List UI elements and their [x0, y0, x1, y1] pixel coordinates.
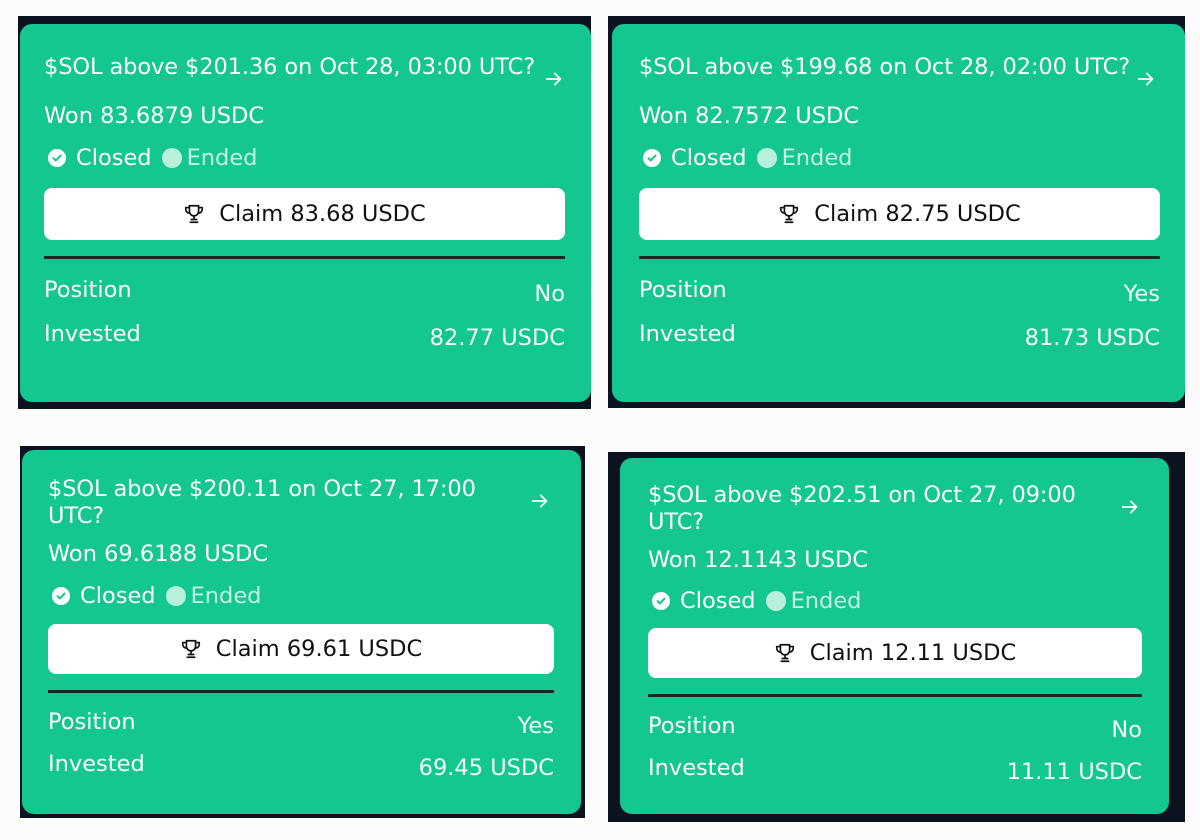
won-amount: Won 12.1143 USDC: [648, 547, 869, 573]
status-row: Closed Ended: [48, 582, 553, 610]
won-amount: Won 83.6879 USDC: [44, 103, 265, 129]
claim-button[interactable]: Claim 82.75 USDC: [639, 188, 1160, 240]
claim-button[interactable]: Claim 12.11 USDC: [648, 628, 1142, 678]
market-card-3[interactable]: $SOL above $200.11 on Oct 27, 17:00 UTC?…: [22, 450, 581, 814]
position-label: Position: [44, 277, 132, 303]
claim-label: Claim 82.75 USDC: [814, 201, 1021, 227]
check-circle-icon: [643, 149, 661, 167]
position-label: Position: [648, 713, 736, 739]
invested-value: 69.45 USDC: [418, 755, 554, 781]
market-card-1[interactable]: $SOL above $201.36 on Oct 28, 03:00 UTC?…: [20, 24, 591, 402]
market-card-2[interactable]: $SOL above $199.68 on Oct 28, 02:00 UTC?…: [612, 24, 1185, 402]
dot-icon: [765, 591, 786, 611]
position-row: Position No: [648, 712, 1142, 743]
market-title[interactable]: $SOL above $199.68 on Oct 28, 02:00 UTC?: [639, 54, 1135, 81]
position-value: No: [1111, 717, 1142, 743]
market-title[interactable]: $SOL above $200.11 on Oct 27, 17:00 UTC?: [48, 476, 518, 530]
trophy-icon: [181, 639, 200, 659]
invested-label: Invested: [639, 321, 736, 347]
claim-button[interactable]: Claim 69.61 USDC: [48, 624, 554, 674]
trophy-icon: [775, 643, 794, 663]
trophy-icon: [185, 204, 204, 224]
arrow-right-icon[interactable]: [543, 68, 565, 90]
status-ended: Ended: [781, 145, 853, 171]
won-amount: Won 69.6188 USDC: [48, 541, 269, 567]
status-ended: Ended: [186, 145, 258, 171]
position-label: Position: [48, 709, 136, 735]
status-ended: Ended: [190, 583, 262, 609]
position-row: Position Yes: [639, 276, 1160, 307]
status-closed: Closed: [680, 588, 756, 614]
position-row: Position No: [44, 276, 565, 307]
divider: [648, 694, 1142, 697]
arrow-right-icon[interactable]: [529, 490, 551, 512]
status-ended: Ended: [790, 588, 862, 614]
invested-value: 82.77 USDC: [429, 325, 565, 351]
market-title[interactable]: $SOL above $201.36 on Oct 28, 03:00 UTC?: [44, 54, 543, 81]
invested-row: Invested 82.77 USDC: [44, 320, 565, 351]
status-row: Closed Ended: [44, 144, 567, 172]
card-header: $SOL above $201.36 on Oct 28, 03:00 UTC?: [44, 54, 567, 90]
invested-value: 81.73 USDC: [1024, 325, 1160, 351]
dot-icon: [161, 148, 182, 168]
card-header: $SOL above $200.11 on Oct 27, 17:00 UTC?: [48, 476, 553, 530]
won-amount: Won 82.7572 USDC: [639, 103, 860, 129]
invested-row: Invested 81.73 USDC: [639, 320, 1160, 351]
arrow-right-icon[interactable]: [1135, 68, 1157, 90]
invested-row: Invested 69.45 USDC: [48, 750, 554, 781]
status-row: Closed Ended: [648, 587, 1143, 615]
check-circle-icon: [52, 587, 70, 605]
trophy-icon: [780, 204, 799, 224]
invested-label: Invested: [648, 755, 745, 781]
claim-label: Claim 83.68 USDC: [219, 201, 426, 227]
position-label: Position: [639, 277, 727, 303]
dot-icon: [165, 586, 186, 606]
status-row: Closed Ended: [639, 144, 1159, 172]
invested-label: Invested: [48, 751, 145, 777]
status-closed: Closed: [671, 145, 747, 171]
position-row: Position Yes: [48, 708, 554, 739]
claim-button[interactable]: Claim 83.68 USDC: [44, 188, 565, 240]
claim-label: Claim 12.11 USDC: [809, 640, 1017, 666]
divider: [639, 256, 1160, 259]
invested-value: 11.11 USDC: [1006, 759, 1142, 785]
claim-label: Claim 69.61 USDC: [215, 636, 423, 662]
check-circle-icon: [48, 149, 66, 167]
market-card-4[interactable]: $SOL above $202.51 on Oct 27, 09:00 UTC?…: [620, 458, 1169, 814]
position-value: Yes: [517, 713, 554, 739]
card-header: $SOL above $202.51 on Oct 27, 09:00 UTC?: [648, 482, 1143, 536]
status-closed: Closed: [80, 583, 156, 609]
status-closed: Closed: [76, 145, 152, 171]
arrow-right-icon[interactable]: [1119, 496, 1141, 518]
invested-row: Invested 11.11 USDC: [648, 754, 1142, 785]
dot-icon: [756, 148, 777, 168]
invested-label: Invested: [44, 321, 141, 347]
divider: [48, 690, 554, 693]
market-title[interactable]: $SOL above $202.51 on Oct 27, 09:00 UTC?: [648, 482, 1108, 536]
check-circle-icon: [652, 592, 670, 610]
position-value: Yes: [1123, 281, 1160, 307]
card-header: $SOL above $199.68 on Oct 28, 02:00 UTC?: [639, 54, 1159, 90]
position-value: No: [534, 281, 565, 307]
divider: [44, 256, 565, 259]
